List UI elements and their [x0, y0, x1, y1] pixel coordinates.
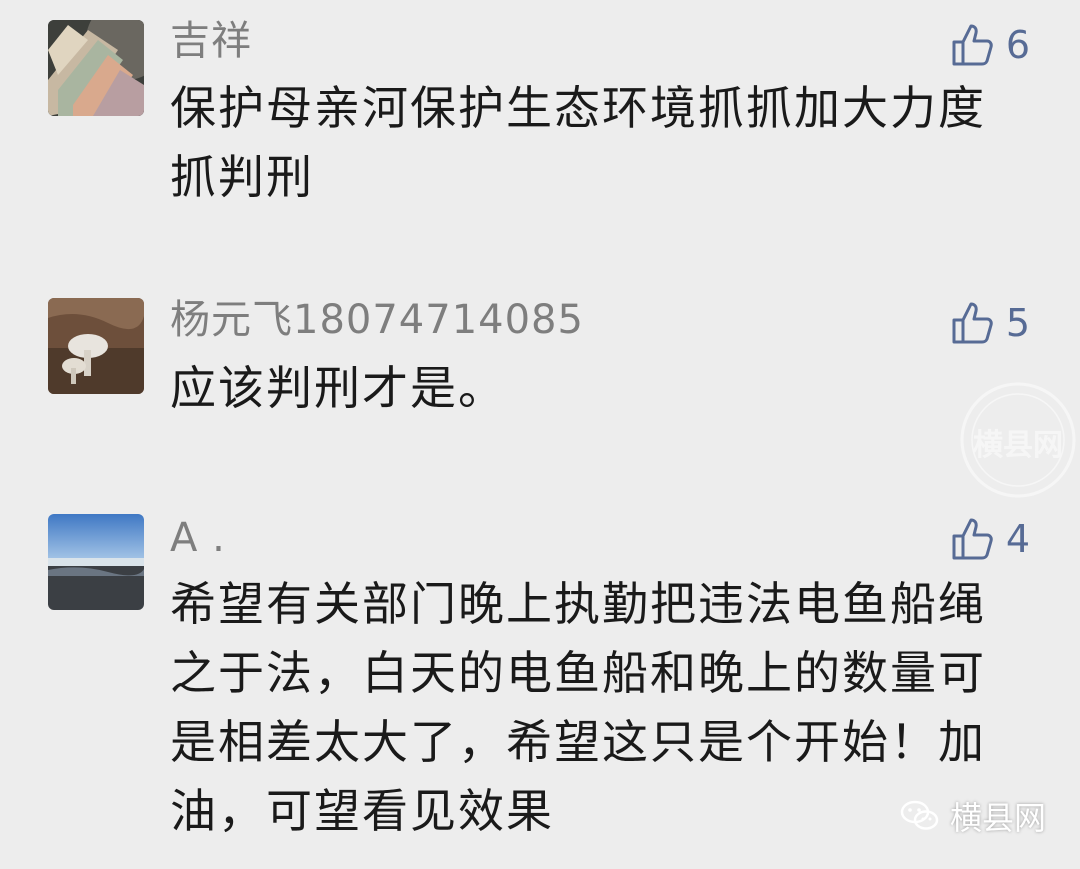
- like-button[interactable]: 4: [950, 514, 1030, 564]
- commenter-name[interactable]: 吉祥: [170, 16, 252, 66]
- commenter-name[interactable]: 杨元飞18074714085: [170, 295, 584, 345]
- thumbs-up-icon: [950, 300, 996, 346]
- brand-label: 横县网: [949, 799, 1046, 837]
- comment-text: 保护母亲河保护生态环境抓抓加大力度抓判刑: [170, 81, 986, 204]
- avatar[interactable]: [48, 298, 144, 394]
- banknotes-avatar-icon: [48, 20, 144, 116]
- commenter-name[interactable]: A .: [170, 513, 226, 563]
- comments-page: 吉祥 6 保护母亲河保护生态环境抓抓加大力度抓判刑 杨元飞18074714085: [0, 0, 1080, 869]
- comment-text: 应该判刑才是。: [170, 361, 506, 415]
- comment-text: 希望有关部门晚上执勤把违法电鱼船绳之于法，白天的电鱼船和晚上的数量可是相差太大了…: [170, 577, 986, 838]
- like-count: 6: [1005, 23, 1030, 67]
- like-count: 4: [1005, 517, 1030, 561]
- thumbs-up-icon: [950, 22, 996, 68]
- mushroom-avatar-icon: [48, 298, 144, 394]
- like-button[interactable]: 6: [950, 20, 1030, 70]
- thumbs-up-icon: [950, 516, 996, 562]
- brand-watermark: 横县网: [900, 793, 1046, 839]
- seascape-avatar-icon: [48, 514, 144, 610]
- watermark-seal-text: 横县网: [973, 428, 1063, 463]
- watermark-seal: 横县网: [958, 380, 1078, 500]
- avatar[interactable]: [48, 20, 144, 116]
- like-count: 5: [1005, 301, 1030, 345]
- avatar[interactable]: [48, 514, 144, 610]
- like-button[interactable]: 5: [950, 298, 1030, 348]
- wechat-icon: [900, 799, 940, 833]
